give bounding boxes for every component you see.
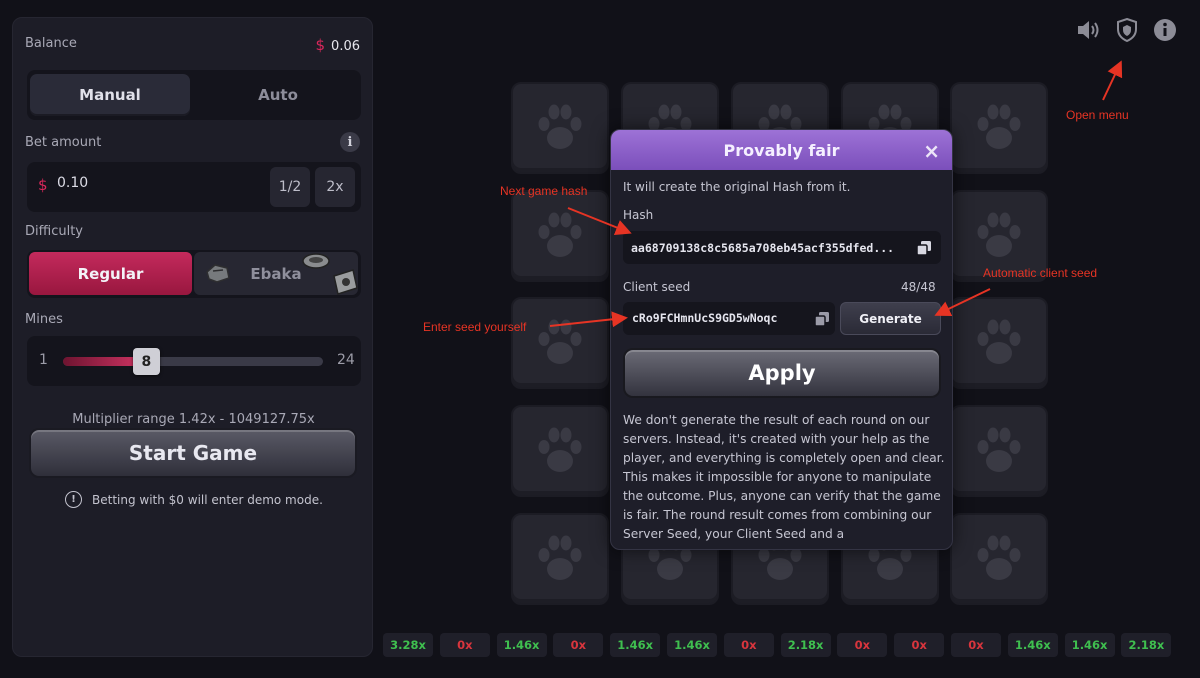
multiplier-chip: 2.18x — [780, 633, 831, 657]
multiplier-chip: 0x — [837, 633, 888, 657]
mine-tile[interactable] — [511, 513, 609, 605]
paw-icon — [977, 427, 1021, 472]
multiplier-chip: 1.46x — [1007, 633, 1058, 657]
mine-tile[interactable] — [511, 405, 609, 497]
mode-switch: Manual Auto — [27, 70, 361, 120]
paw-icon — [977, 212, 1021, 257]
mine-tile[interactable] — [511, 190, 609, 282]
multiplier-chip: 3.28x — [383, 633, 433, 657]
difficulty-switch: Regular Ebaka — [27, 250, 361, 298]
mines-label: Mines — [25, 312, 63, 327]
multiplier-chip: 0x — [723, 633, 774, 657]
paw-icon — [977, 319, 1021, 364]
balance-value: $0.06 — [316, 36, 361, 54]
annotation-next-game-hash: Next game hash — [500, 184, 588, 198]
ebaka-badge-icon — [333, 269, 358, 295]
modal-title: Provably fair — [723, 140, 840, 160]
client-seed-field — [623, 302, 835, 335]
mines-slider: 1 8 24 — [27, 336, 361, 386]
bet-panel: Balance $0.06 Manual Auto Bet amount i $… — [12, 17, 373, 657]
start-game-button[interactable]: Start Game — [29, 428, 357, 478]
ebaka-sticker-icon — [206, 264, 230, 283]
paw-icon — [977, 535, 1021, 580]
mine-tile[interactable] — [950, 405, 1048, 497]
multiplier-chip: 0x — [553, 633, 604, 657]
double-bet-button[interactable]: 2x — [315, 167, 355, 207]
demo-notice: ! Betting with $0 will enter demo mode. — [65, 491, 323, 508]
balance-label: Balance — [25, 36, 77, 51]
tab-manual[interactable]: Manual — [30, 74, 190, 116]
multiplier-chip: 0x — [894, 633, 945, 657]
paw-icon — [977, 104, 1021, 149]
difficulty-label: Difficulty — [25, 224, 83, 239]
annotation-automatic-client-seed: Automatic client seed — [983, 266, 1098, 280]
arrow-open-menu — [1102, 60, 1123, 101]
copy-seed-icon[interactable] — [814, 311, 830, 327]
warning-icon: ! — [65, 491, 82, 508]
mine-tile[interactable] — [511, 82, 609, 174]
demo-notice-text: Betting with $0 will enter demo mode. — [92, 492, 323, 507]
hash-label: Hash — [623, 208, 654, 222]
multiplier-chip: 1.46x — [496, 633, 547, 657]
bet-amount-input[interactable] — [57, 175, 257, 191]
bet-info-icon[interactable]: i — [340, 132, 360, 152]
copy-hash-icon[interactable] — [916, 240, 932, 256]
mine-tile[interactable] — [511, 297, 609, 389]
paw-icon — [538, 212, 582, 257]
multiplier-chip: 0x — [439, 633, 490, 657]
provably-fair-modal: Provably fair × It will create the origi… — [610, 129, 953, 550]
bet-amount-field: $ 1/2 2x — [27, 162, 361, 212]
annotation-open-menu: Open menu — [1066, 108, 1129, 122]
mine-tile[interactable] — [950, 297, 1048, 389]
multiplier-range: Multiplier range 1.42x - 1049127.75x — [72, 412, 315, 427]
paw-icon — [538, 104, 582, 149]
modal-intro-text: It will create the original Hash from it… — [623, 180, 851, 194]
paw-icon — [538, 319, 582, 364]
mine-tile[interactable] — [950, 82, 1048, 174]
generate-button[interactable]: Generate — [840, 302, 941, 335]
mine-tile[interactable] — [950, 513, 1048, 605]
modal-description: We don't generate the result of each rou… — [623, 413, 945, 541]
ebaka-cap-icon — [302, 253, 330, 269]
bet-amount-label: Bet amount — [25, 135, 102, 150]
half-bet-button[interactable]: 1/2 — [270, 167, 310, 207]
multiplier-history: 3.28x 0x 1.46x 0x 1.46x 1.46x 0x 2.18x 0x 0x 0x 1.4… — [383, 633, 1200, 657]
client-seed-label: Client seed — [623, 280, 691, 294]
balance-amount: 0.06 — [331, 39, 360, 54]
multiplier-chip: 0x — [951, 633, 1001, 657]
balance-currency: $ — [315, 36, 326, 54]
game-info-icon[interactable] — [1152, 17, 1178, 43]
mines-slider-thumb[interactable]: 8 — [132, 348, 160, 375]
annotation-enter-seed-yourself: Enter seed yourself — [423, 320, 527, 334]
apply-button[interactable]: Apply — [623, 348, 941, 398]
mines-slider-track[interactable]: 8 — [63, 348, 323, 375]
hash-value: aa68709138c8c5685a708eb45acf355dfed... — [631, 240, 895, 255]
tab-auto[interactable]: Auto — [198, 74, 358, 116]
bet-currency: $ — [38, 176, 48, 194]
paw-icon — [538, 427, 582, 472]
difficulty-regular-button[interactable]: Regular — [29, 252, 192, 295]
hash-field: aa68709138c8c5685a708eb45acf355dfed... — [623, 231, 941, 264]
speaker-icon[interactable] — [1076, 17, 1102, 43]
client-seed-count: 48/48 — [901, 280, 936, 294]
paw-icon — [538, 535, 582, 580]
shield-icon[interactable] — [1114, 17, 1140, 43]
client-seed-input[interactable] — [632, 311, 800, 325]
ebaka-label: Ebaka — [250, 264, 302, 283]
mines-min: 1 — [39, 352, 48, 368]
multiplier-chip: 1.46x — [1064, 633, 1115, 657]
mines-max: 24 — [337, 352, 355, 368]
modal-header: Provably fair × — [611, 130, 952, 170]
multiplier-chip: 2.18x — [1121, 633, 1172, 657]
close-icon[interactable]: × — [923, 139, 940, 163]
multiplier-chip: 1.46x — [667, 633, 717, 657]
multiplier-chip: 1.46x — [610, 633, 661, 657]
